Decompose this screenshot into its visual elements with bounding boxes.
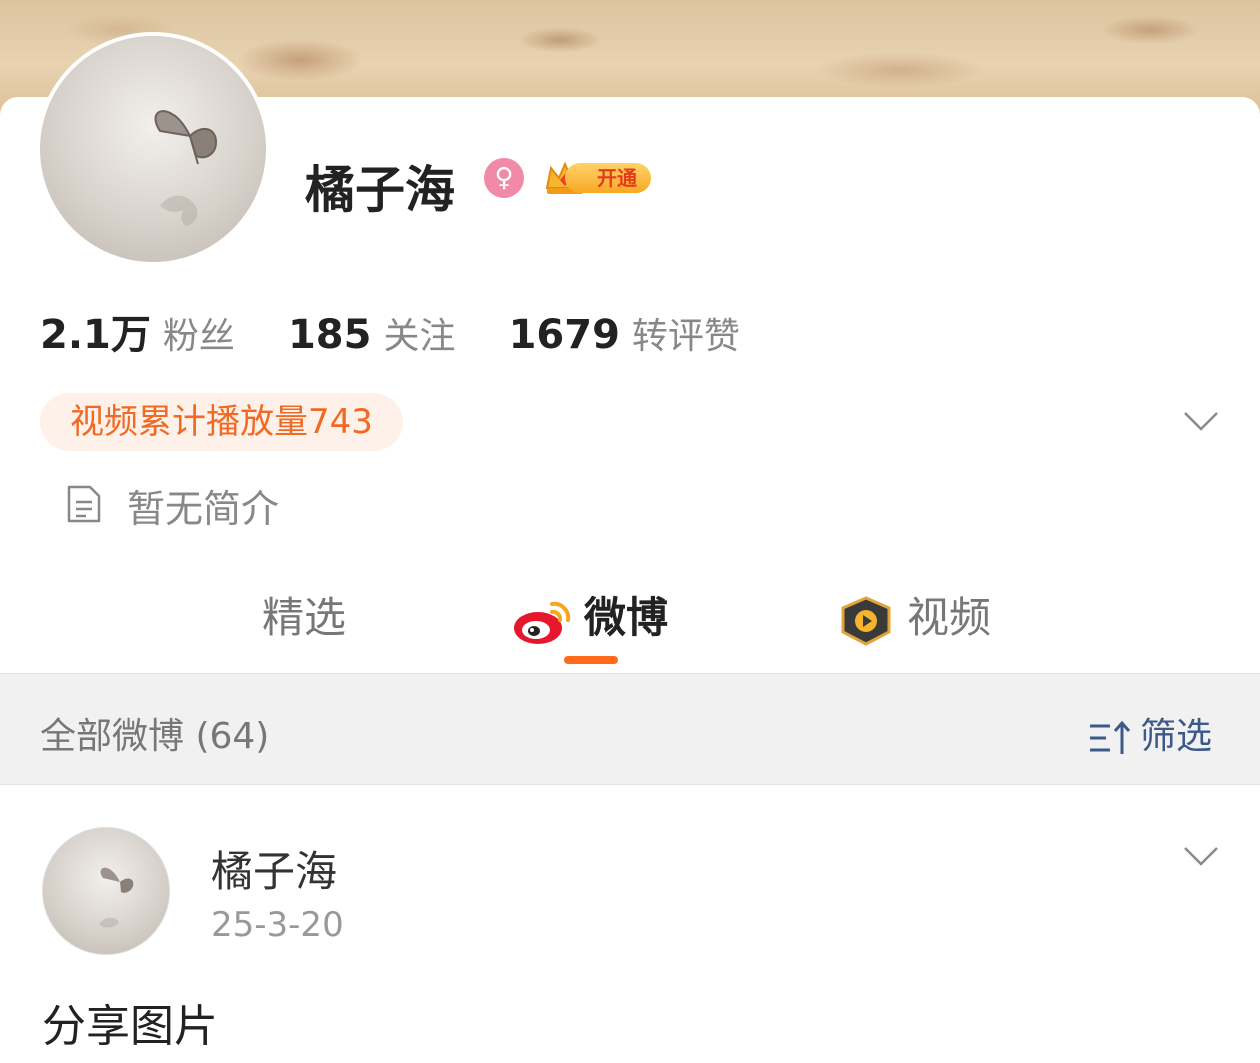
- chevron-down-icon[interactable]: [1183, 410, 1219, 432]
- post-author-name[interactable]: 橘子海: [211, 838, 337, 899]
- profile-tabs: 精选 微博 视频: [0, 570, 1260, 673]
- stat-following-label: 关注: [383, 316, 456, 357]
- weibo-logo-icon: [514, 601, 571, 644]
- tab-featured-label: 精选: [262, 593, 347, 642]
- stat-interactions[interactable]: 1679 转评赞: [509, 307, 740, 359]
- stat-following-count: 185: [287, 312, 372, 358]
- video-channel-icon: [841, 595, 891, 646]
- butterfly-avatar-icon: [154, 110, 218, 226]
- tab-featured[interactable]: 精选: [262, 584, 346, 645]
- post-author-avatar[interactable]: [42, 827, 170, 955]
- profile-bio: 暂无简介: [127, 487, 280, 531]
- post-filter-bar: 全部微博 (64) 筛选: [0, 673, 1260, 785]
- all-posts-count: 全部微博 (64): [40, 716, 270, 757]
- stat-followers-count: 2.1万: [40, 312, 151, 358]
- vip-label: 开通: [565, 163, 651, 193]
- post-text: 分享图片: [42, 1001, 218, 1052]
- profile-username: 橘子海: [305, 161, 455, 219]
- stat-interactions-count: 1679: [508, 312, 620, 358]
- tab-weibo[interactable]: 微博: [512, 584, 668, 646]
- female-gender-icon: ♀: [484, 158, 524, 198]
- post-menu-chevron-icon[interactable]: [1183, 845, 1219, 867]
- tab-video-label: 视频: [907, 593, 992, 642]
- profile-stats: 2.1万 粉丝 185 关注 1679 转评赞: [40, 302, 788, 360]
- tab-video[interactable]: 视频: [835, 584, 991, 646]
- profile-avatar[interactable]: [40, 36, 266, 262]
- filter-sort-icon: [1090, 720, 1131, 754]
- video-plays-badge[interactable]: 视频累计播放量743: [40, 393, 403, 451]
- stat-followers[interactable]: 2.1万 粉丝: [40, 302, 235, 360]
- stat-followers-label: 粉丝: [162, 316, 235, 357]
- filter-label: 筛选: [1140, 716, 1213, 757]
- tab-weibo-label: 微博: [584, 593, 669, 642]
- stat-following[interactable]: 185 关注: [288, 307, 456, 359]
- butterfly-avatar-icon: [99, 867, 134, 928]
- post-date: 25-3-20: [211, 905, 344, 945]
- active-tab-indicator: [564, 656, 618, 664]
- filter-button[interactable]: 筛选: [1088, 707, 1212, 759]
- document-icon: [67, 485, 101, 523]
- vip-open-button[interactable]: 开通: [543, 158, 653, 198]
- stat-interactions-label: 转评赞: [631, 316, 740, 357]
